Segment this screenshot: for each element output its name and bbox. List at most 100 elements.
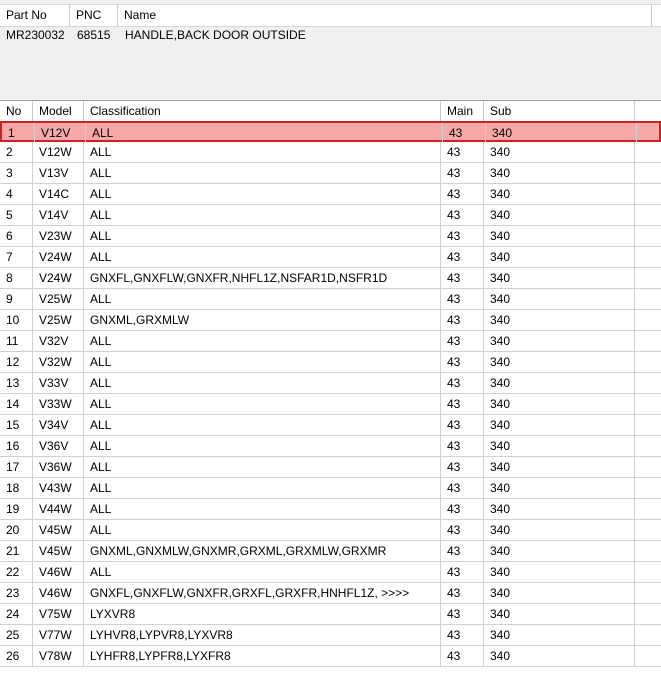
filler-cell bbox=[635, 394, 661, 414]
column-header-sub[interactable]: Sub bbox=[484, 101, 635, 121]
filler-cell bbox=[635, 352, 661, 372]
column-header-model[interactable]: Model bbox=[33, 101, 84, 121]
model-cell: V45W bbox=[33, 520, 84, 540]
classification-cell: ALL bbox=[84, 436, 441, 456]
table-row[interactable]: 2 V12W ALL 43 340 bbox=[0, 142, 661, 163]
main-cell: 43 bbox=[441, 520, 484, 540]
table-row[interactable]: 15 V34V ALL 43 340 bbox=[0, 415, 661, 436]
sub-cell: 340 bbox=[484, 268, 635, 288]
sub-cell: 340 bbox=[484, 226, 635, 246]
filler-cell bbox=[635, 646, 661, 666]
table-row[interactable]: 7 V24W ALL 43 340 bbox=[0, 247, 661, 268]
no-cell: 5 bbox=[0, 205, 33, 225]
table-row[interactable]: 5 V14V ALL 43 340 bbox=[0, 205, 661, 226]
classification-cell: GNXML,GRXMLW bbox=[84, 310, 441, 330]
model-cell: V25W bbox=[33, 310, 84, 330]
column-header-name[interactable]: Name bbox=[118, 5, 652, 26]
table-row[interactable]: 8 V24W GNXFL,GNXFLW,GNXFR,NHFL1Z,NSFAR1D,N… bbox=[0, 268, 661, 289]
model-cell: V36W bbox=[33, 457, 84, 477]
sub-cell: 340 bbox=[484, 289, 635, 309]
filler-cell bbox=[635, 541, 661, 561]
column-header-pnc[interactable]: PNC bbox=[70, 5, 118, 26]
parts-header: Part No PNC Name bbox=[0, 4, 661, 27]
filler-cell bbox=[637, 123, 661, 143]
no-cell: 10 bbox=[0, 310, 33, 330]
filler-cell bbox=[635, 184, 661, 204]
table-row[interactable]: 14 V33W ALL 43 340 bbox=[0, 394, 661, 415]
table-row[interactable]: 9 V25W ALL 43 340 bbox=[0, 289, 661, 310]
table-row[interactable]: 23 V46W GNXFL,GNXFLW,GNXFR,GRXFL,GRXFR,HNH… bbox=[0, 583, 661, 604]
main-cell: 43 bbox=[441, 142, 484, 162]
table-row[interactable]: 3 V13V ALL 43 340 bbox=[0, 163, 661, 184]
classification-cell: ALL bbox=[84, 415, 441, 435]
filler-cell bbox=[635, 289, 661, 309]
table-row[interactable]: 21 V45W GNXML,GNXMLW,GNXMR,GRXML,GRXMLW,GR… bbox=[0, 541, 661, 562]
main-cell: 43 bbox=[441, 436, 484, 456]
classification-cell: ALL bbox=[84, 331, 441, 351]
table-row[interactable]: 18 V43W ALL 43 340 bbox=[0, 478, 661, 499]
filler-cell bbox=[635, 205, 661, 225]
sub-cell: 340 bbox=[484, 562, 635, 582]
table-row[interactable]: 26 V78W LYHFR8,LYPFR8,LYXFR8 43 340 bbox=[0, 646, 661, 667]
main-cell: 43 bbox=[441, 331, 484, 351]
table-row[interactable]: 19 V44W ALL 43 340 bbox=[0, 499, 661, 520]
sub-cell: 340 bbox=[484, 604, 635, 624]
model-cell: V32W bbox=[33, 352, 84, 372]
sub-cell: 340 bbox=[484, 436, 635, 456]
model-cell: V12V bbox=[35, 123, 86, 143]
name-cell: HANDLE,BACK DOOR OUTSIDE bbox=[125, 28, 306, 42]
part-no-cell: MR230032 bbox=[6, 28, 65, 42]
table-row[interactable]: 20 V45W ALL 43 340 bbox=[0, 520, 661, 541]
sub-cell: 340 bbox=[484, 646, 635, 666]
filler-cell bbox=[635, 163, 661, 183]
classification-cell: ALL bbox=[86, 123, 443, 143]
table-row[interactable]: 16 V36V ALL 43 340 bbox=[0, 436, 661, 457]
main-cell: 43 bbox=[441, 184, 484, 204]
main-cell: 43 bbox=[441, 625, 484, 645]
no-cell: 4 bbox=[0, 184, 33, 204]
table-row[interactable]: 10 V25W GNXML,GRXMLW 43 340 bbox=[0, 310, 661, 331]
model-cell: V23W bbox=[33, 226, 84, 246]
table-row[interactable]: 4 V14C ALL 43 340 bbox=[0, 184, 661, 205]
main-cell: 43 bbox=[441, 415, 484, 435]
no-cell: 23 bbox=[0, 583, 33, 603]
sub-cell: 340 bbox=[484, 331, 635, 351]
table-row[interactable]: 22 V46W ALL 43 340 bbox=[0, 562, 661, 583]
table-row[interactable]: 25 V77W LYHVR8,LYPVR8,LYXVR8 43 340 bbox=[0, 625, 661, 646]
column-header-part-no[interactable]: Part No bbox=[0, 5, 70, 26]
main-cell: 43 bbox=[441, 205, 484, 225]
column-header-classification[interactable]: Classification bbox=[84, 101, 441, 121]
main-cell: 43 bbox=[441, 604, 484, 624]
table-row[interactable]: 12 V32W ALL 43 340 bbox=[0, 352, 661, 373]
sub-cell: 340 bbox=[484, 583, 635, 603]
table-row[interactable]: 13 V33V ALL 43 340 bbox=[0, 373, 661, 394]
main-cell: 43 bbox=[441, 394, 484, 414]
filler-cell bbox=[635, 625, 661, 645]
parts-row[interactable]: MR230032 68515 HANDLE,BACK DOOR OUTSIDE bbox=[0, 26, 661, 44]
column-header-no[interactable]: No bbox=[0, 101, 33, 121]
table-row[interactable]: 17 V36W ALL 43 340 bbox=[0, 457, 661, 478]
classification-cell: ALL bbox=[84, 499, 441, 519]
main-cell: 43 bbox=[441, 163, 484, 183]
model-cell: V77W bbox=[33, 625, 84, 645]
model-cell: V43W bbox=[33, 478, 84, 498]
pnc-cell: 68515 bbox=[77, 28, 111, 42]
main-cell: 43 bbox=[441, 289, 484, 309]
table-row[interactable]: 24 V75W LYXVR8 43 340 bbox=[0, 604, 661, 625]
model-cell: V33V bbox=[33, 373, 84, 393]
model-cell: V14C bbox=[33, 184, 84, 204]
classification-cell: GNXML,GNXMLW,GNXMR,GRXML,GRXMLW,GRXMR bbox=[84, 541, 441, 561]
table-row[interactable]: 6 V23W ALL 43 340 bbox=[0, 226, 661, 247]
no-cell: 17 bbox=[0, 457, 33, 477]
main-cell: 43 bbox=[441, 310, 484, 330]
filler-cell bbox=[635, 457, 661, 477]
column-header-main[interactable]: Main bbox=[441, 101, 484, 121]
main-cell: 43 bbox=[441, 562, 484, 582]
no-cell: 18 bbox=[0, 478, 33, 498]
table-row-selected[interactable]: 1 V12V ALL 43 340 bbox=[0, 121, 661, 143]
table-row[interactable]: 11 V32V ALL 43 340 bbox=[0, 331, 661, 352]
classification-cell: ALL bbox=[84, 457, 441, 477]
sub-cell: 340 bbox=[484, 520, 635, 540]
sub-cell: 340 bbox=[484, 373, 635, 393]
main-cell: 43 bbox=[441, 373, 484, 393]
